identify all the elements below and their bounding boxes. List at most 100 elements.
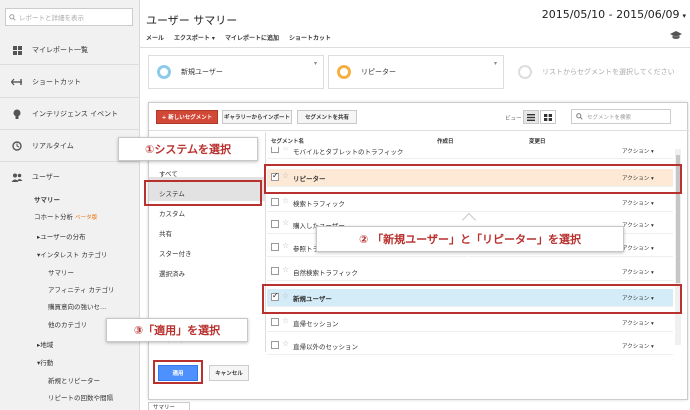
row-name[interactable]: リピーター — [293, 173, 326, 183]
row-name[interactable]: 直帰セッション — [293, 318, 339, 328]
row-action[interactable]: アクション ▾ — [622, 342, 654, 350]
star-icon[interactable]: ☆ — [282, 291, 289, 300]
segment-chip-empty[interactable]: リストからセグメントを選択してください — [510, 55, 686, 89]
graduation-cap-icon[interactable] — [670, 31, 682, 40]
grid-icon — [10, 43, 24, 57]
table-row[interactable]: ☆ 直帰以外のセッション アクション ▾ — [267, 337, 673, 355]
col-created[interactable]: 作成日 — [437, 137, 454, 145]
import-gallery-button[interactable]: ギャラリーからインポート — [222, 110, 292, 124]
sub-behavior[interactable]: ▾行動 — [37, 357, 53, 367]
row-name[interactable]: 新規ユーザー — [293, 293, 332, 303]
category-custom[interactable]: カスタム — [159, 208, 185, 218]
search-placeholder: レポートと詳細を表示 — [19, 14, 84, 22]
toolbar-shortcut[interactable]: ショートカット — [289, 33, 331, 45]
row-action[interactable]: アクション ▾ — [622, 147, 654, 155]
row-checkbox[interactable] — [271, 341, 279, 349]
date-range-picker[interactable]: 2015/05/10 - 2015/06/09 ▾ — [542, 8, 686, 21]
row-name[interactable]: 検索トラフィック — [293, 198, 345, 208]
col-segment-name[interactable]: セグメント名 — [271, 137, 304, 145]
sub-overview[interactable]: サマリー — [48, 267, 74, 277]
sub-geo[interactable]: ▸地域 — [37, 339, 53, 349]
main-content: ユーザー サマリー 2015/05/10 - 2015/06/09 ▾ メール エ… — [140, 0, 690, 410]
sub-users-flow[interactable]: ▸ユーザーの分布 — [37, 231, 86, 241]
toolbar-export[interactable]: エクスポート ▾ — [174, 33, 215, 45]
nav-my-reports[interactable]: マイレポート一覧 — [0, 40, 140, 60]
nav-intelligence[interactable]: インテリジェンス イベント — [0, 104, 140, 124]
row-action[interactable]: アクション ▾ — [622, 221, 654, 229]
row-checkbox[interactable] — [271, 220, 279, 228]
sub-cohort[interactable]: コホート分析 ベータ版 — [34, 211, 97, 221]
star-icon[interactable]: ☆ — [282, 147, 289, 152]
star-icon[interactable]: ☆ — [282, 171, 289, 180]
row-action[interactable]: アクション ▾ — [622, 199, 654, 207]
sub-summary[interactable]: サマリー — [34, 194, 60, 204]
new-segment-button[interactable]: + 新しいセグメント — [156, 110, 218, 124]
summary-tab[interactable]: サマリー — [148, 402, 190, 410]
sub-purchase[interactable]: 購買意向の強いセ... — [48, 301, 106, 311]
row-action[interactable]: アクション ▾ — [622, 294, 654, 302]
cohort-label: コホート分析 — [34, 213, 73, 221]
category-starred[interactable]: スター付き — [159, 248, 192, 258]
list-view-button[interactable] — [523, 110, 539, 124]
segment-search-placeholder: セグメントを検索 — [587, 114, 632, 121]
row-action[interactable]: アクション ▾ — [622, 319, 654, 327]
sub-other[interactable]: 他のカテゴリ — [48, 319, 87, 329]
nav-audience[interactable]: ユーザー — [0, 167, 140, 187]
star-icon[interactable]: ☆ — [282, 241, 289, 250]
table-row[interactable]: ☆ 自然検索トラフィック アクション ▾ — [267, 263, 673, 281]
row-name[interactable]: モバイルとタブレットのトラフィック — [293, 147, 403, 156]
star-icon[interactable]: ☆ — [282, 265, 289, 274]
search-icon — [576, 113, 583, 120]
cancel-button[interactable]: キャンセル — [209, 365, 249, 381]
sub-frequency[interactable]: リピートの回数や間隔 — [48, 392, 113, 402]
report-search-input[interactable]: レポートと詳細を表示 — [5, 8, 133, 26]
table-row[interactable]: ☆ リピーター アクション ▾ — [267, 169, 673, 187]
row-checkbox[interactable] — [271, 147, 279, 153]
toolbar-email[interactable]: メール — [146, 33, 164, 45]
category-system[interactable]: システム — [159, 188, 185, 198]
row-checkbox[interactable] — [271, 243, 279, 251]
table-row[interactable]: ☆ 新規ユーザー アクション ▾ — [267, 289, 673, 307]
nav-label: インテリジェンス イベント — [32, 110, 119, 118]
segment-search-input[interactable]: セグメントを検索 — [571, 109, 671, 124]
table-row[interactable]: ☆ 検索トラフィック アクション ▾ — [267, 194, 673, 212]
sub-new-returning[interactable]: 新規とリピーター — [48, 375, 100, 385]
scrollbar-thumb[interactable] — [676, 155, 680, 283]
clock-icon — [10, 139, 24, 153]
toolbar-add-dashboard[interactable]: マイレポートに追加 — [225, 33, 279, 45]
row-checkbox[interactable] — [271, 318, 279, 326]
chevron-down-icon[interactable]: ▾ — [494, 60, 497, 67]
segment-chip-label: 新規ユーザー — [181, 68, 223, 76]
row-action[interactable]: アクション ▾ — [622, 174, 654, 182]
grid-view-button[interactable] — [540, 110, 556, 124]
segment-chip-new-users[interactable]: 新規ユーザー ▾ — [148, 55, 324, 89]
row-name[interactable]: 直帰以外のセッション — [293, 341, 358, 351]
nav-shortcuts[interactable]: ショートカット — [0, 72, 140, 92]
chevron-down-icon[interactable]: ▾ — [314, 60, 317, 67]
sub-interest[interactable]: ▾インタレスト カテゴリ — [37, 249, 107, 259]
table-row[interactable]: ☆ 直帰セッション アクション ▾ — [267, 314, 673, 332]
segment-chip-returning[interactable]: リピーター ▾ — [328, 55, 504, 89]
category-selected[interactable]: 選択済み — [159, 268, 185, 278]
table-row[interactable]: ☆ モバイルとタブレットのトラフィック アクション ▾ — [267, 147, 673, 159]
star-icon[interactable]: ☆ — [282, 339, 289, 348]
star-icon[interactable]: ☆ — [282, 196, 289, 205]
row-action[interactable]: アクション ▾ — [622, 244, 654, 252]
row-checkbox[interactable] — [271, 171, 279, 181]
sub-affinity[interactable]: アフィニティ カテゴリ — [48, 284, 115, 294]
row-checkbox[interactable] — [271, 267, 279, 275]
row-checkbox[interactable] — [271, 291, 279, 301]
nav-label: ショートカット — [32, 78, 81, 86]
row-name[interactable]: 自然検索トラフィック — [293, 267, 358, 277]
nav-label: リアルタイム — [32, 142, 74, 150]
nav-label: ユーザー — [32, 173, 60, 181]
category-shared[interactable]: 共有 — [159, 228, 172, 238]
star-icon[interactable]: ☆ — [282, 218, 289, 227]
apply-button[interactable]: 適用 — [158, 365, 198, 381]
star-icon[interactable]: ☆ — [282, 316, 289, 325]
share-segment-button[interactable]: セグメントを共有 — [297, 110, 357, 124]
category-all[interactable]: すべて — [159, 168, 178, 178]
col-modified[interactable]: 変更日 — [529, 137, 546, 145]
row-action[interactable]: アクション ▾ — [622, 268, 654, 276]
row-checkbox[interactable] — [271, 198, 279, 206]
